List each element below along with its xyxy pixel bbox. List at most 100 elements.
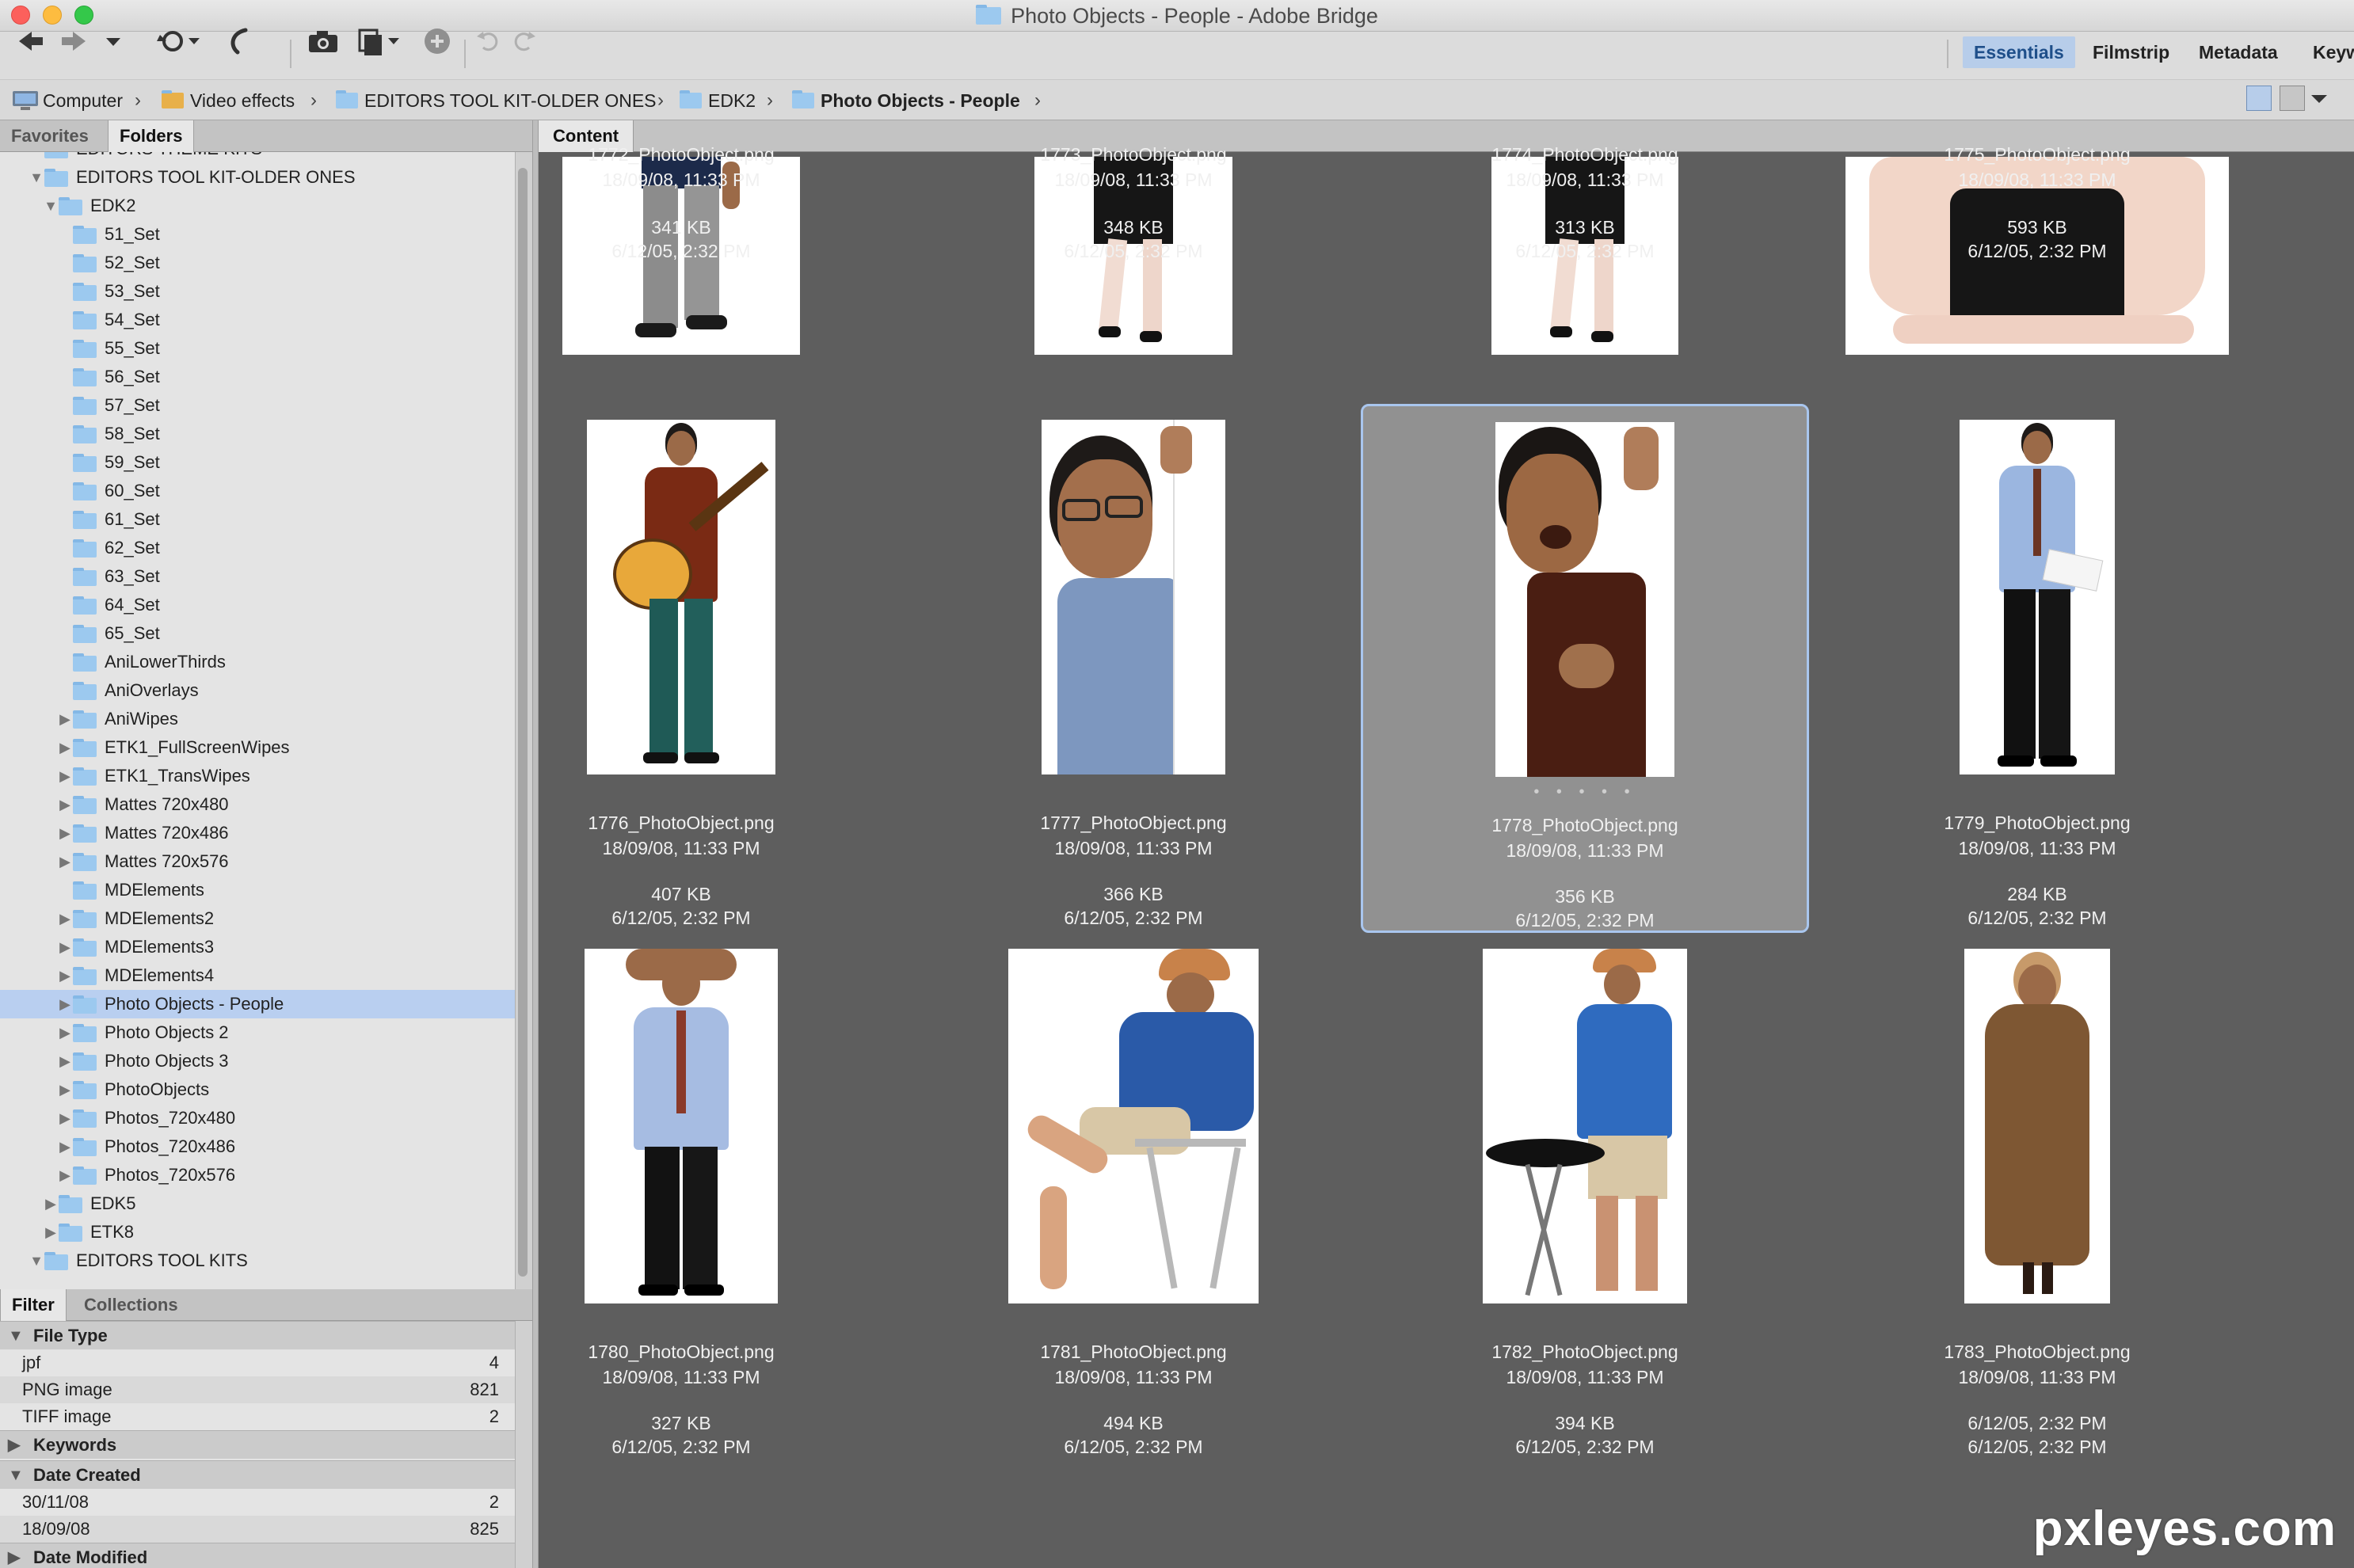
- thumbnail-item[interactable]: 1776_PhotoObject.png 18/09/08, 11:33 PM 40…: [539, 404, 905, 933]
- filter-date-created-header[interactable]: ▼ Date Created: [0, 1460, 515, 1489]
- folder-tree-item[interactable]: 60_Set: [0, 477, 515, 505]
- disclosure-closed-icon[interactable]: ▶: [57, 990, 73, 1018]
- breadcrumb-video-effects[interactable]: Video effects: [162, 80, 295, 121]
- disclosure-closed-icon[interactable]: ▶: [57, 904, 73, 933]
- folder-tree-item[interactable]: ▶ Photos_720x486: [0, 1132, 515, 1161]
- folder-tree-item[interactable]: ▶ ETK1_TransWipes: [0, 762, 515, 790]
- folder-tree-item[interactable]: ▶ MDElements3: [0, 933, 515, 961]
- folder-tree-item[interactable]: 56_Set: [0, 363, 515, 391]
- filter-keywords-header[interactable]: ▶ Keywords: [0, 1430, 515, 1459]
- filter-file-type-header[interactable]: ▼ File Type: [0, 1321, 515, 1349]
- disclosure-closed-icon[interactable]: ▶: [57, 1161, 73, 1189]
- scrollbar-thumb[interactable]: [518, 168, 528, 1277]
- folder-tree-item[interactable]: ▶ Photos_720x576: [0, 1161, 515, 1189]
- disclosure-closed-icon[interactable]: ▶: [43, 1218, 59, 1246]
- thumbnail-item[interactable]: 1780_PhotoObject.png 18/09/08, 11:33 PM 32…: [539, 933, 905, 1462]
- photo-thumbnail[interactable]: [1483, 949, 1687, 1303]
- folder-tree-item[interactable]: AniOverlays: [0, 676, 515, 705]
- photo-thumbnail[interactable]: [1042, 420, 1225, 774]
- disclosure-closed-icon[interactable]: ▶: [57, 733, 73, 762]
- breadcrumb-photo-objects-people[interactable]: Photo Objects - People: [792, 80, 1020, 121]
- filter-item[interactable]: 18/09/08 825: [0, 1516, 515, 1543]
- view-options-chevron-icon[interactable]: [2308, 86, 2330, 111]
- workspace-metadata[interactable]: Metadata: [2188, 36, 2289, 68]
- folder-tree-item[interactable]: 61_Set: [0, 505, 515, 534]
- folder-tree-item[interactable]: 54_Set: [0, 306, 515, 334]
- filter-item[interactable]: 30/11/08 2: [0, 1489, 515, 1516]
- thumbnail-item[interactable]: 1777_PhotoObject.png 18/09/08, 11:33 PM 36…: [909, 404, 1358, 933]
- folder-tree-item[interactable]: 64_Set: [0, 591, 515, 619]
- disclosure-closed-icon[interactable]: ▶: [57, 790, 73, 819]
- disclosure-closed-icon[interactable]: ▶: [57, 705, 73, 733]
- disclosure-open-icon[interactable]: ▼: [43, 192, 59, 220]
- folder-tree-item[interactable]: 57_Set: [0, 391, 515, 420]
- folder-tree-scrollbar[interactable]: [515, 152, 532, 1289]
- filter-scrollbar[interactable]: [515, 1321, 532, 1568]
- workspace-keywords[interactable]: Keyw: [2302, 36, 2354, 68]
- folder-tree-item[interactable]: ▶ Mattes 720x480: [0, 790, 515, 819]
- breadcrumb-computer[interactable]: Computer: [11, 80, 123, 121]
- workspace-filmstrip[interactable]: Filmstrip: [2082, 36, 2181, 68]
- tab-filter[interactable]: Filter: [0, 1289, 67, 1321]
- tab-favorites[interactable]: Favorites: [0, 120, 100, 152]
- thumbnail-item[interactable]: 1778_PhotoObject.png 18/09/08, 11:33 PM 35…: [1361, 404, 1809, 933]
- folder-tree-item[interactable]: 62_Set: [0, 534, 515, 562]
- folder-tree-item[interactable]: AniLowerThirds: [0, 648, 515, 676]
- disclosure-closed-icon[interactable]: ▶: [57, 762, 73, 790]
- photo-thumbnail[interactable]: [587, 420, 775, 774]
- filter-item[interactable]: TIFF image 2: [0, 1403, 515, 1430]
- folder-tree-item[interactable]: 65_Set: [0, 619, 515, 648]
- filter-date-modified-header[interactable]: ▶ Date Modified: [0, 1543, 515, 1568]
- photo-thumbnail[interactable]: [1495, 422, 1674, 777]
- disclosure-closed-icon[interactable]: ▶: [57, 961, 73, 990]
- folder-tree-item[interactable]: ▶ EDK5: [0, 1189, 515, 1218]
- disclosure-closed-icon[interactable]: ▶: [57, 1047, 73, 1075]
- disclosure-open-icon[interactable]: ▼: [29, 163, 44, 192]
- breadcrumb-edk2[interactable]: EDK2: [680, 80, 756, 121]
- folder-tree-item[interactable]: ▶ Mattes 720x486: [0, 819, 515, 847]
- rotate-right-icon[interactable]: [510, 22, 539, 60]
- recent-history-icon[interactable]: [155, 22, 203, 60]
- forward-arrow-icon[interactable]: [60, 22, 89, 60]
- boomerang-icon[interactable]: [223, 22, 255, 60]
- folder-tree-item[interactable]: ▶ PhotoObjects: [0, 1075, 515, 1104]
- photo-thumbnail[interactable]: [585, 949, 778, 1303]
- folder-tree-item[interactable]: 63_Set: [0, 562, 515, 591]
- back-arrow-icon[interactable]: [16, 22, 44, 60]
- folder-tree-item[interactable]: 51_Set: [0, 220, 515, 249]
- disclosure-open-icon[interactable]: ▼: [29, 1246, 44, 1275]
- output-icon[interactable]: [420, 22, 455, 60]
- folder-tree-item[interactable]: ▶ Photos_720x480: [0, 1104, 515, 1132]
- filter-item[interactable]: PNG image 821: [0, 1376, 515, 1403]
- disclosure-closed-icon[interactable]: ▶: [57, 933, 73, 961]
- folder-tree-item[interactable]: ▶ Mattes 720x576: [0, 847, 515, 876]
- folder-tree-item[interactable]: ▶ Photo Objects - People: [0, 990, 515, 1018]
- breadcrumb-editors-tool-kit-older-ones[interactable]: EDITORS TOOL KIT-OLDER ONES: [336, 80, 657, 121]
- folder-tree-item[interactable]: ▼ EDITORS TOOL KIT-OLDER ONES: [0, 163, 515, 192]
- disclosure-closed-icon[interactable]: ▶: [57, 1132, 73, 1161]
- folder-tree-item[interactable]: EDITORS THEME KITS: [0, 152, 515, 163]
- rotate-left-icon[interactable]: [474, 22, 502, 60]
- folder-tree-item[interactable]: ▶ AniWipes: [0, 705, 515, 733]
- disclosure-closed-icon[interactable]: ▶: [57, 1018, 73, 1047]
- folder-tree-item[interactable]: 52_Set: [0, 249, 515, 277]
- folder-tree-item[interactable]: 58_Set: [0, 420, 515, 448]
- disclosure-closed-icon[interactable]: ▶: [43, 1189, 59, 1218]
- folder-tree-item[interactable]: ▶ ETK1_FullScreenWipes: [0, 733, 515, 762]
- folder-tree-item[interactable]: ▶ Photo Objects 2: [0, 1018, 515, 1047]
- thumbnail-item[interactable]: 1773_PhotoObject.png 18/09/08, 11:33 PM 34…: [909, 120, 1358, 412]
- rating-dots[interactable]: • • • • •: [1363, 783, 1807, 801]
- workspace-essentials[interactable]: Essentials: [1963, 36, 2075, 68]
- disclosure-closed-icon[interactable]: ▶: [57, 1075, 73, 1104]
- tab-folders[interactable]: Folders: [108, 120, 195, 152]
- folder-tree-item[interactable]: ▶ ETK8: [0, 1218, 515, 1246]
- folder-tree-item[interactable]: ▶ Photo Objects 3: [0, 1047, 515, 1075]
- thumbnail-item[interactable]: 1783_PhotoObject.png 18/09/08, 11:33 PM 6/…: [1813, 933, 2261, 1462]
- thumbnail-item[interactable]: 1772_PhotoObject.png 18/09/08, 11:33 PM 34…: [539, 120, 905, 412]
- tab-collections[interactable]: Collections: [73, 1289, 189, 1321]
- folder-tree-item[interactable]: ▶ MDElements4: [0, 961, 515, 990]
- panel-splitter[interactable]: [532, 120, 539, 1568]
- disclosure-closed-icon[interactable]: ▶: [57, 819, 73, 847]
- thumbnail-item[interactable]: 1774_PhotoObject.png 18/09/08, 11:33 PM 31…: [1361, 120, 1809, 412]
- grid-view-icon[interactable]: [2246, 86, 2272, 111]
